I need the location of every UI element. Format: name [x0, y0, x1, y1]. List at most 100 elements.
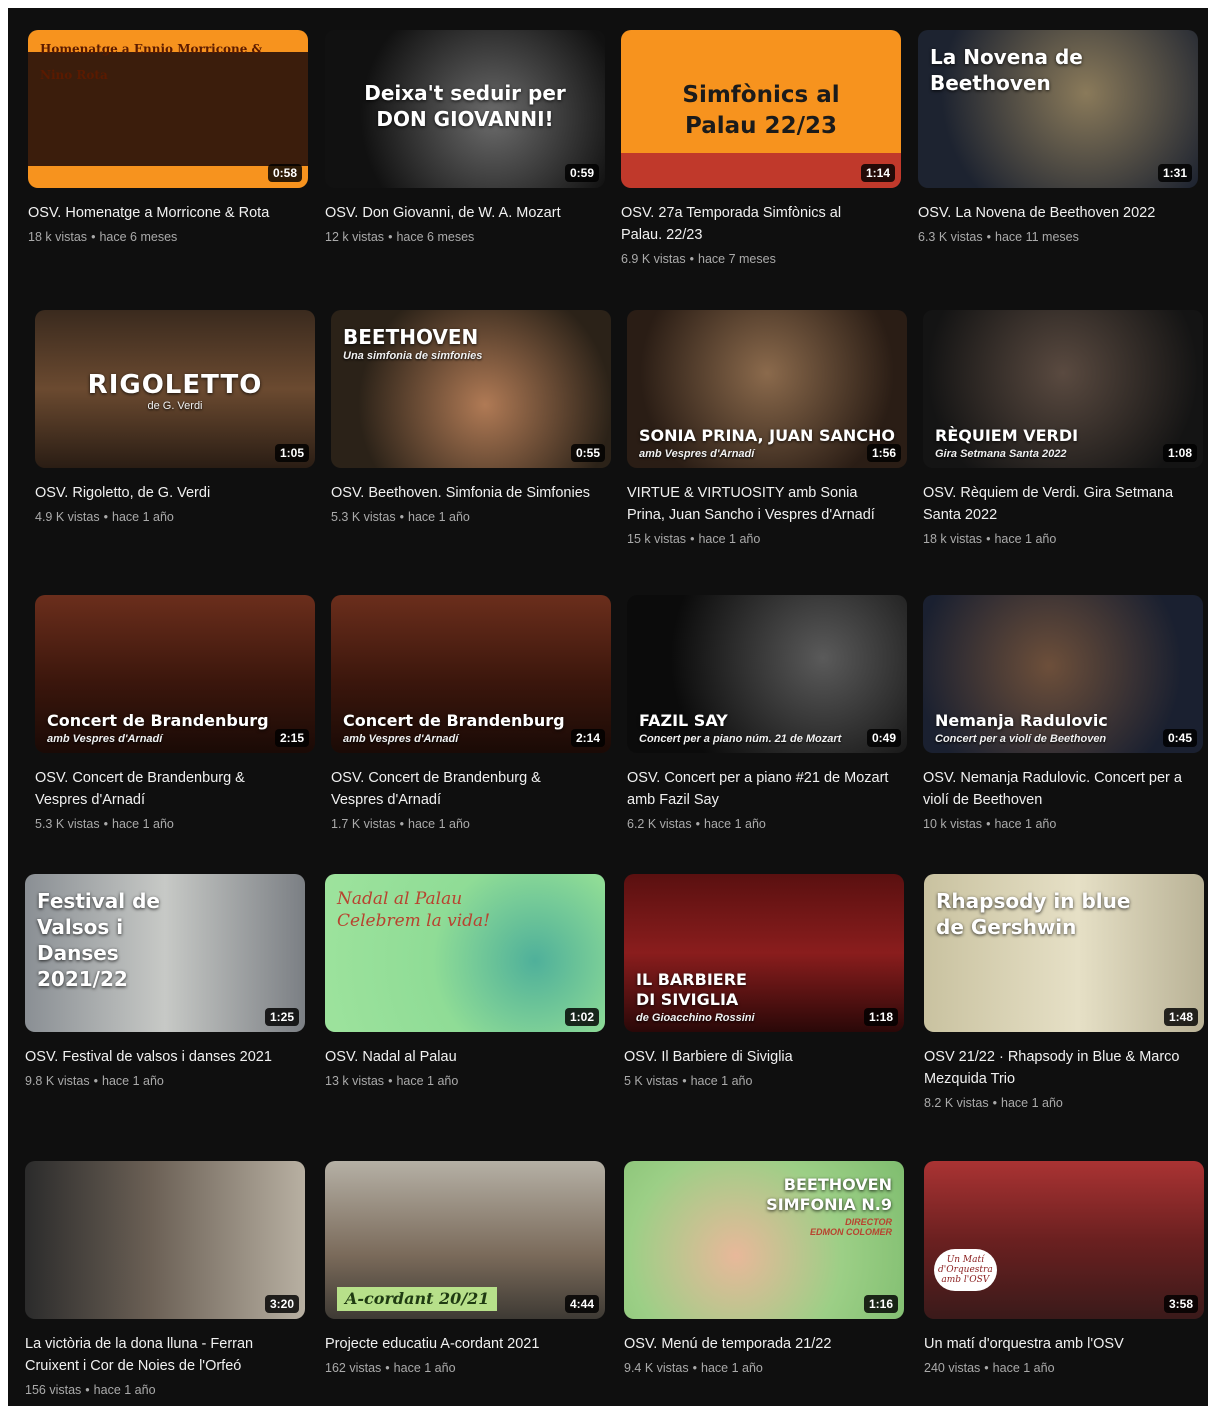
- video-thumbnail[interactable]: Festival de Valsos i Danses 2021/22 1:25: [25, 874, 305, 1032]
- video-title[interactable]: VIRTUE & VIRTUOSITY amb Sonia Prina, Jua…: [627, 482, 889, 526]
- video-title[interactable]: OSV. Don Giovanni, de W. A. Mozart: [325, 202, 587, 224]
- video-title[interactable]: OSV. Beethoven. Simfonia de Simfonies: [331, 482, 593, 504]
- video-title[interactable]: OSV. Rèquiem de Verdi. Gira Setmana Sant…: [923, 482, 1185, 526]
- video-thumbnail[interactable]: La Novena de Beethoven 1:31: [918, 30, 1198, 188]
- video-card[interactable]: Simfònics al Palau 22/23 1:14 OSV. 27a Tem…: [621, 30, 903, 268]
- thumbnail-title-text: SONIA PRINA, JUAN SANCHO: [639, 426, 895, 445]
- thumbnail-subtitle-text: DIRECTOR EDMON COLOMER: [810, 1217, 892, 1237]
- video-title[interactable]: Un matí d'orquestra amb l'OSV: [924, 1333, 1186, 1355]
- video-title[interactable]: OSV. La Novena de Beethoven 2022: [918, 202, 1180, 224]
- video-title[interactable]: OSV. Concert de Brandenburg & Vespres d'…: [331, 767, 593, 811]
- video-thumbnail[interactable]: BEETHOVEN SIMFONIA N.9 DIRECTOR EDMON COL…: [624, 1161, 904, 1319]
- view-count: 162 vistas: [325, 1361, 382, 1375]
- video-card[interactable]: Homenatge a Ennio Morricone & Nino Rota 0…: [28, 30, 310, 246]
- upload-age: hace 1 año: [408, 510, 470, 524]
- video-thumbnail[interactable]: RÈQUIEM VERDI Gira Setmana Santa 2022 1:08: [923, 310, 1203, 468]
- view-count: 18 k vistas: [923, 532, 983, 546]
- thumbnail-subtitle-text: Gira Setmana Santa 2022: [935, 448, 1067, 460]
- video-thumbnail[interactable]: Nemanja Radulovic Concert per a violí de …: [923, 595, 1203, 753]
- thumbnail-title-text: La Novena de Beethoven: [930, 45, 1083, 95]
- video-title[interactable]: OSV. Nadal al Palau: [325, 1046, 587, 1068]
- video-card[interactable]: Festival de Valsos i Danses 2021/22 1:25 O…: [25, 874, 307, 1090]
- video-card[interactable]: Concert de Brandenburg amb Vespres d'Arna…: [331, 595, 613, 833]
- upload-age: hace 6 meses: [99, 230, 178, 244]
- video-card[interactable]: FAZIL SAY Concert per a piano núm. 21 de …: [627, 595, 909, 833]
- video-thumbnail[interactable]: FAZIL SAY Concert per a piano núm. 21 de …: [627, 595, 907, 753]
- thumbnail-subtitle-text: de G. Verdi: [147, 400, 203, 412]
- video-title[interactable]: OSV. Rigoletto, de G. Verdi: [35, 482, 297, 504]
- upload-age: hace 11 meses: [995, 230, 1079, 244]
- video-title[interactable]: OSV. 27a Temporada Simfònics al Palau. 2…: [621, 202, 883, 246]
- video-duration: 1:16: [863, 1295, 898, 1313]
- video-duration: 1:02: [564, 1008, 599, 1026]
- video-card[interactable]: SONIA PRINA, JUAN SANCHO amb Vespres d'Ar…: [627, 310, 909, 548]
- video-title[interactable]: OSV. Il Barbiere di Siviglia: [624, 1046, 886, 1068]
- view-count: 15 k vistas: [627, 532, 687, 546]
- upload-age: hace 6 meses: [396, 230, 475, 244]
- video-metadata: 156 vistas • hace 1 año: [25, 1381, 307, 1399]
- video-metadata: 13 k vistas • hace 1 año: [325, 1072, 607, 1090]
- video-thumbnail[interactable]: RIGOLETTO de G. Verdi 1:05: [35, 310, 315, 468]
- video-duration: 2:14: [570, 729, 605, 747]
- video-card[interactable]: La Novena de Beethoven 1:31 OSV. La Novena…: [918, 30, 1200, 246]
- view-count: 156 vistas: [25, 1383, 82, 1397]
- video-duration: 0:49: [866, 729, 901, 747]
- video-duration: 1:25: [264, 1008, 299, 1026]
- video-title[interactable]: OSV 21/22 · Rhapsody in Blue & Marco Mez…: [924, 1046, 1186, 1090]
- upload-age: hace 1 año: [690, 1074, 753, 1088]
- separator-dot: •: [91, 230, 96, 244]
- video-thumbnail[interactable]: Rhapsody in blue de Gershwin 1:48: [924, 874, 1204, 1032]
- video-thumbnail[interactable]: Deixa't seduir per DON GIOVANNI! 0:59: [325, 30, 605, 188]
- video-duration: 3:58: [1163, 1295, 1198, 1313]
- view-count: 10 k vistas: [923, 817, 983, 831]
- thumbnail-title-text: BEETHOVEN: [343, 325, 479, 349]
- upload-age: hace 1 año: [704, 817, 766, 831]
- video-metadata: 5 K vistas • hace 1 año: [624, 1072, 906, 1090]
- thumbnail-subtitle-text: amb Vespres d'Arnadí: [343, 733, 459, 745]
- video-thumbnail[interactable]: Nadal al Palau Celebrem la vida! 1:02: [325, 874, 605, 1032]
- video-title[interactable]: OSV. Menú de temporada 21/22: [624, 1333, 886, 1355]
- video-card[interactable]: BEETHOVEN Una simfonia de simfonies 0:55 OS…: [331, 310, 613, 526]
- video-metadata: 6.2 K vistas • hace 1 año: [627, 815, 909, 833]
- video-thumbnail[interactable]: IL BARBIERE DI SIVIGLIA de Gioacchino Ros…: [624, 874, 904, 1032]
- video-card[interactable]: Nemanja Radulovic Concert per a violí de …: [923, 595, 1205, 833]
- video-thumbnail[interactable]: Un Matí d'Orquestra amb l'OSV 3:58: [924, 1161, 1204, 1319]
- video-card[interactable]: Concert de Brandenburg amb Vespres d'Arna…: [35, 595, 317, 833]
- video-title[interactable]: Projecte educatiu A-cordant 2021: [325, 1333, 587, 1355]
- video-title[interactable]: OSV. Concert per a piano #21 de Mozart a…: [627, 767, 889, 811]
- video-thumbnail[interactable]: 3:20: [25, 1161, 305, 1319]
- video-thumbnail[interactable]: Concert de Brandenburg amb Vespres d'Arna…: [35, 595, 315, 753]
- video-thumbnail[interactable]: SONIA PRINA, JUAN SANCHO amb Vespres d'Ar…: [627, 310, 907, 468]
- video-title[interactable]: OSV. Homenatge a Morricone & Rota: [28, 202, 290, 224]
- video-card[interactable]: BEETHOVEN SIMFONIA N.9 DIRECTOR EDMON COL…: [624, 1161, 906, 1377]
- thumbnail-subtitle-text: amb Vespres d'Arnadí: [639, 448, 755, 460]
- video-title[interactable]: La victòria de la dona lluna - Ferran Cr…: [25, 1333, 287, 1377]
- video-duration: 0:59: [564, 164, 599, 182]
- video-thumbnail[interactable]: Homenatge a Ennio Morricone & Nino Rota 0…: [28, 30, 308, 188]
- video-thumbnail[interactable]: A-cordant 20/21 4:44: [325, 1161, 605, 1319]
- video-thumbnail[interactable]: Concert de Brandenburg amb Vespres d'Arna…: [331, 595, 611, 753]
- thumbnail-title-text: Homenatge a Ennio Morricone & Nino Rota: [40, 42, 263, 82]
- view-count: 8.2 K vistas: [924, 1096, 989, 1110]
- video-card[interactable]: Deixa't seduir per DON GIOVANNI! 0:59 OSV.…: [325, 30, 607, 246]
- thumbnail-title-text: Simfònics al Palau 22/23: [682, 82, 840, 139]
- video-title[interactable]: OSV. Nemanja Radulovic. Concert per a vi…: [923, 767, 1185, 811]
- separator-dot: •: [986, 230, 992, 244]
- video-thumbnail[interactable]: BEETHOVEN Una simfonia de simfonies 0:55: [331, 310, 611, 468]
- video-card[interactable]: Un Matí d'Orquestra amb l'OSV 3:58 Un matí…: [924, 1161, 1206, 1377]
- video-duration: 4:44: [564, 1295, 599, 1313]
- video-title[interactable]: OSV. Festival de valsos i danses 2021: [25, 1046, 287, 1068]
- video-card[interactable]: Rhapsody in blue de Gershwin 1:48 OSV 21/2…: [924, 874, 1206, 1112]
- video-card[interactable]: IL BARBIERE DI SIVIGLIA de Gioacchino Ros…: [624, 874, 906, 1090]
- video-card[interactable]: A-cordant 20/21 4:44 Projecte educatiu A-c…: [325, 1161, 607, 1377]
- video-duration: 0:45: [1162, 729, 1197, 747]
- video-card[interactable]: Nadal al Palau Celebrem la vida! 1:02 OSV.…: [325, 874, 607, 1090]
- video-card[interactable]: RÈQUIEM VERDI Gira Setmana Santa 2022 1:08…: [923, 310, 1205, 548]
- video-card[interactable]: RIGOLETTO de G. Verdi 1:05 OSV. Rigoletto, …: [35, 310, 317, 526]
- video-duration: 1:48: [1163, 1008, 1198, 1026]
- thumbnail-title-text: Concert de Brandenburg: [47, 711, 269, 730]
- thumbnail-subtitle-text: Concert per a violí de Beethoven: [935, 733, 1107, 745]
- video-card[interactable]: 3:20 La victòria de la dona lluna - Ferra…: [25, 1161, 307, 1399]
- video-title[interactable]: OSV. Concert de Brandenburg & Vespres d'…: [35, 767, 297, 811]
- video-thumbnail[interactable]: Simfònics al Palau 22/23 1:14: [621, 30, 901, 188]
